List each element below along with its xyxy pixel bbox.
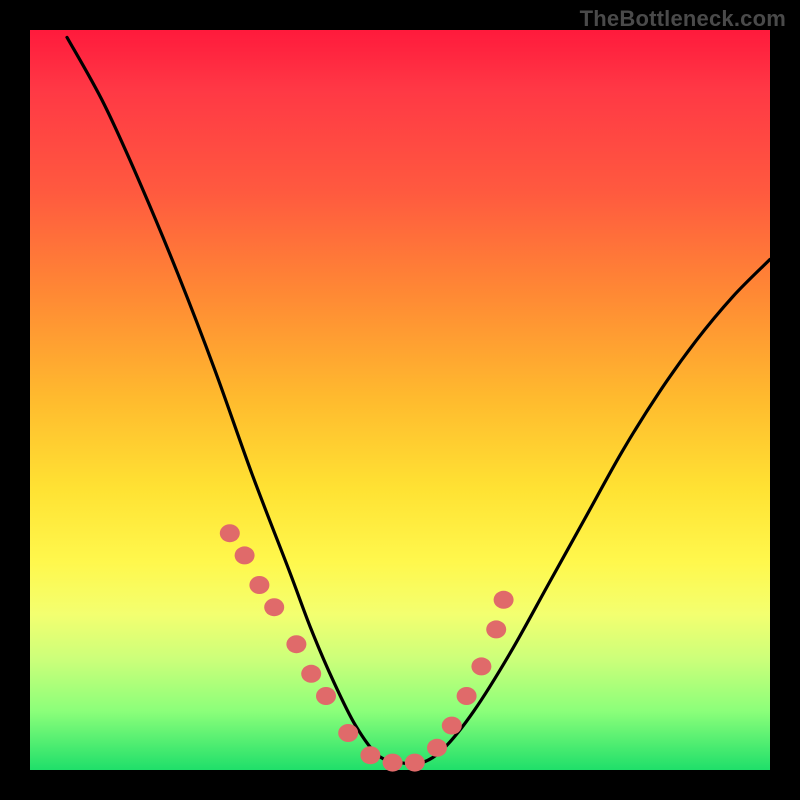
curve-marker bbox=[249, 576, 269, 594]
plot-area bbox=[30, 30, 770, 770]
curve-marker bbox=[457, 687, 477, 705]
curve-marker bbox=[338, 724, 358, 742]
curve-marker bbox=[494, 591, 514, 609]
curve-marker bbox=[235, 546, 255, 564]
curve-marker bbox=[405, 754, 425, 772]
watermark-text: TheBottleneck.com bbox=[580, 6, 786, 32]
curve-marker bbox=[427, 739, 447, 757]
curve-marker bbox=[383, 754, 403, 772]
curve-marker bbox=[360, 746, 380, 764]
marker-group bbox=[220, 524, 514, 771]
curve-svg bbox=[30, 30, 770, 770]
curve-marker bbox=[316, 687, 336, 705]
bottleneck-curve bbox=[67, 37, 770, 764]
curve-marker bbox=[471, 657, 491, 675]
curve-marker bbox=[220, 524, 240, 542]
chart-frame: TheBottleneck.com bbox=[0, 0, 800, 800]
curve-marker bbox=[301, 665, 321, 683]
curve-marker bbox=[264, 598, 284, 616]
curve-marker bbox=[486, 620, 506, 638]
curve-marker bbox=[442, 717, 462, 735]
curve-marker bbox=[286, 635, 306, 653]
